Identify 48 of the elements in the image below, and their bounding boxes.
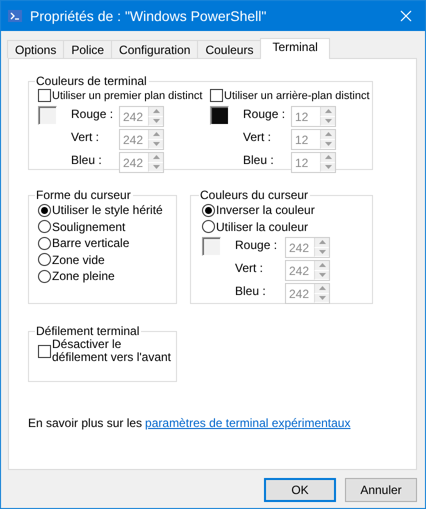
info-text: En savoir plus sur les	[28, 416, 142, 430]
color-swatch[interactable]	[202, 237, 221, 256]
color-swatch[interactable]	[210, 106, 229, 125]
tab[interactable]: Terminal	[260, 38, 330, 59]
field-label: Bleu :	[243, 152, 275, 167]
radio-button[interactable]	[38, 253, 51, 266]
group-title: Couleurs du curseur	[199, 188, 310, 202]
radio-label: Zone pleine	[52, 269, 115, 284]
radio-button[interactable]	[202, 204, 215, 217]
settings-link[interactable]: paramètres de terminal expérimentaux	[145, 416, 350, 430]
checkbox[interactable]	[210, 89, 223, 102]
close-icon	[400, 10, 412, 22]
tab[interactable]: Police	[63, 40, 112, 58]
checkbox-label: Utiliser un premier plan distinct	[52, 90, 202, 102]
radio-button[interactable]	[38, 270, 51, 283]
tab[interactable]: Configuration	[111, 40, 198, 58]
field-label: Rouge :	[71, 106, 114, 121]
powershell-icon	[8, 9, 22, 23]
window-title: Propriétés de : "Windows PowerShell"	[30, 8, 268, 24]
radio-label: Barre verticale	[52, 236, 130, 250]
radio-button[interactable]	[202, 220, 215, 234]
group-title: Défilement terminal	[35, 324, 140, 338]
field-label: Bleu :	[235, 283, 267, 298]
tab[interactable]: Couleurs	[197, 40, 260, 58]
field-label: Vert :	[243, 129, 272, 144]
radio-label: Utiliser la couleur	[216, 220, 308, 234]
field-label: Rouge :	[243, 106, 286, 121]
dialog-button[interactable]: OK	[264, 478, 336, 502]
checkbox-label: Désactiver le défilement vers l'avant	[52, 338, 172, 364]
radio-label: Inverser la couleur	[216, 203, 315, 218]
field-label: Bleu :	[71, 152, 103, 167]
radio-label: Utiliser le style hérité	[52, 203, 163, 218]
radio-button[interactable]	[38, 236, 51, 250]
field-label: Vert :	[235, 260, 264, 275]
checkbox[interactable]	[38, 89, 51, 102]
group-title: Couleurs de terminal	[35, 74, 148, 88]
radio-button[interactable]	[38, 204, 51, 217]
field-label: Rouge :	[235, 237, 278, 252]
radio-button[interactable]	[38, 220, 51, 234]
dialog-button[interactable]: Annuler	[345, 478, 417, 502]
checkbox-label: Utiliser un arrière-plan distinct	[224, 90, 370, 102]
radio-label: Soulignement	[52, 220, 126, 234]
color-swatch[interactable]	[38, 106, 57, 125]
radio-label: Zone vide	[52, 252, 105, 267]
field-label: Vert :	[71, 129, 100, 144]
tab[interactable]: Options	[7, 40, 64, 58]
checkbox[interactable]	[38, 344, 51, 358]
group-title: Forme du curseur	[35, 188, 132, 202]
